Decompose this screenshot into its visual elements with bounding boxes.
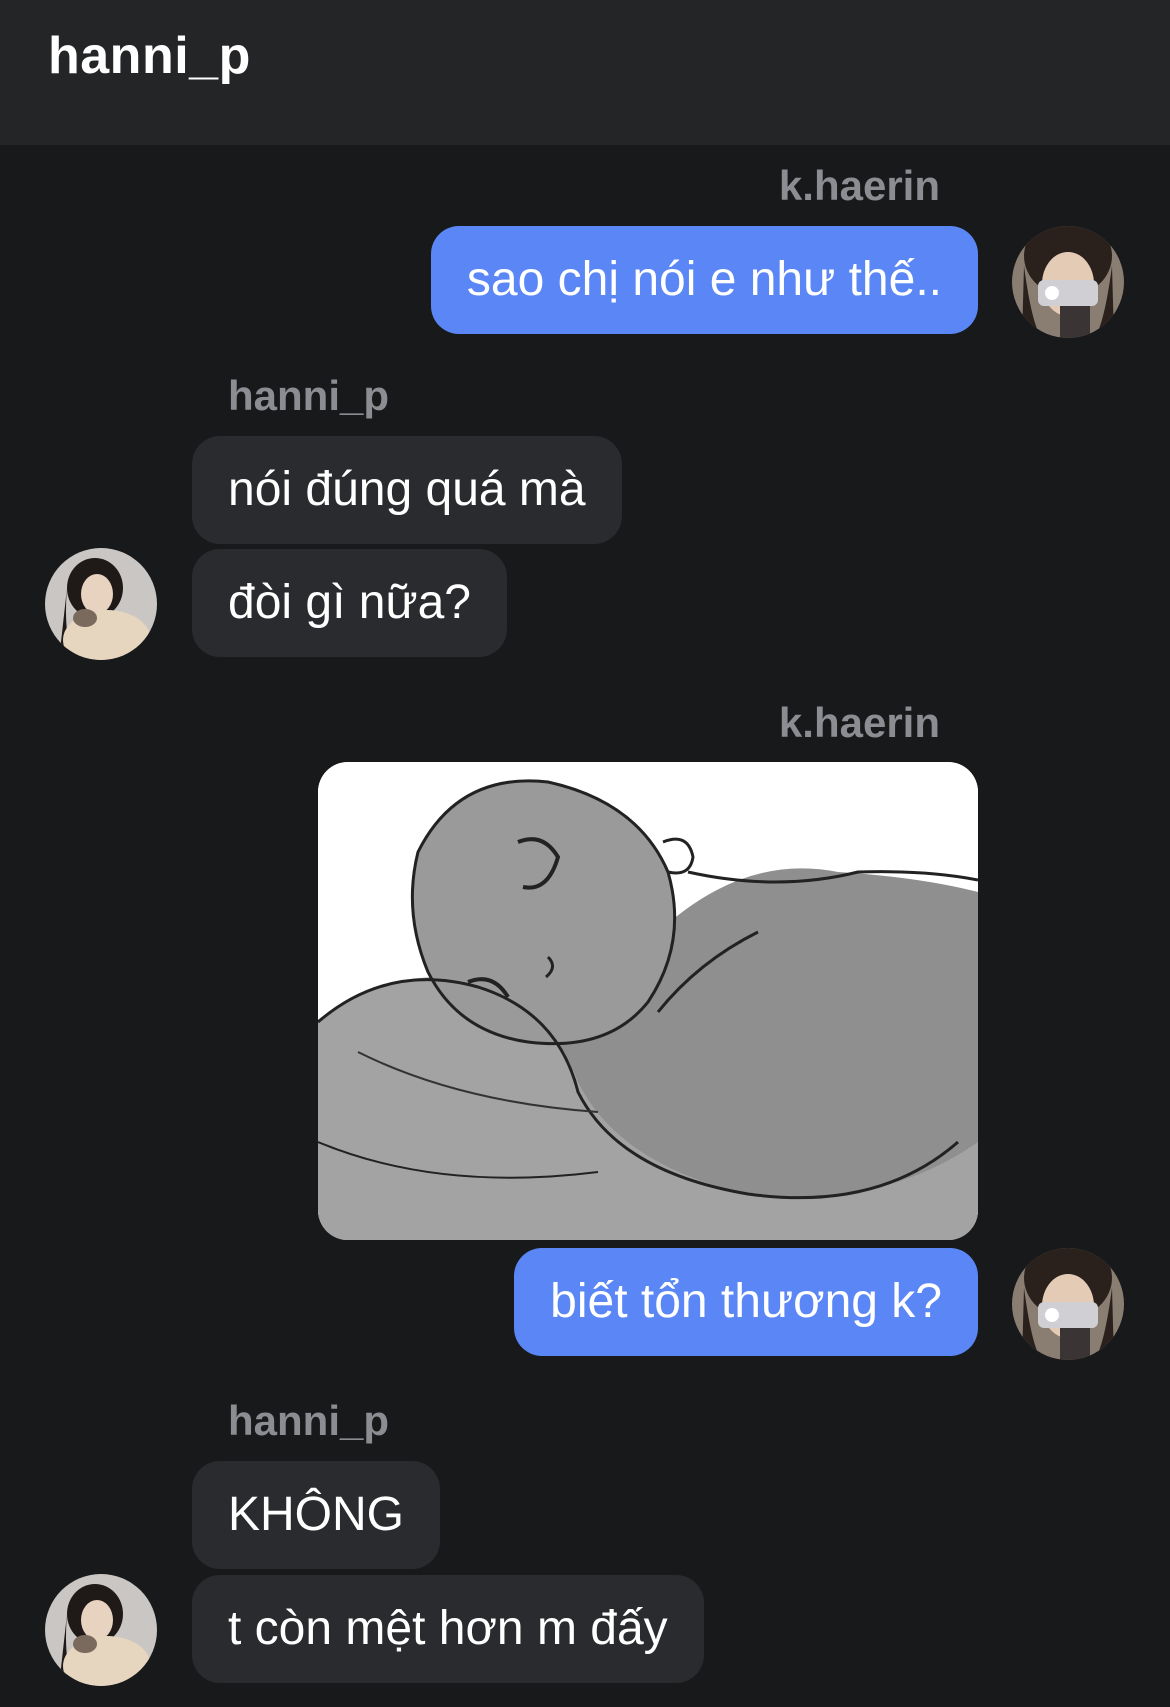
message-bubble-incoming[interactable]: KHÔNG xyxy=(192,1461,441,1569)
chat-header: hanni_p xyxy=(0,0,1170,145)
sender-name: hanni_p xyxy=(228,1397,390,1444)
chat-title[interactable]: hanni_p xyxy=(48,26,251,86)
sender-name: hanni_p xyxy=(228,372,390,419)
sender-name: k.haerin xyxy=(778,162,940,209)
message-bubble-incoming[interactable]: nói đúng quá mà xyxy=(192,436,622,544)
message-bubble-outgoing[interactable]: biết tổn thương k? xyxy=(514,1248,978,1356)
message-bubble-incoming[interactable]: t còn mệt hơn m đấy xyxy=(192,1575,704,1683)
message-bubble-outgoing[interactable]: sao chị nói e như thế.. xyxy=(430,226,978,334)
sketch-image xyxy=(318,762,978,1240)
avatar-hanni-p[interactable] xyxy=(45,548,157,660)
avatar-k-haerin[interactable] xyxy=(1012,226,1124,338)
image-message[interactable] xyxy=(318,762,978,1240)
avatar-k-haerin[interactable] xyxy=(1012,1248,1124,1360)
avatar-hanni-p[interactable] xyxy=(45,1574,157,1686)
message-bubble-incoming[interactable]: đòi gì nữa? xyxy=(192,549,507,657)
sender-name: k.haerin xyxy=(778,699,940,746)
